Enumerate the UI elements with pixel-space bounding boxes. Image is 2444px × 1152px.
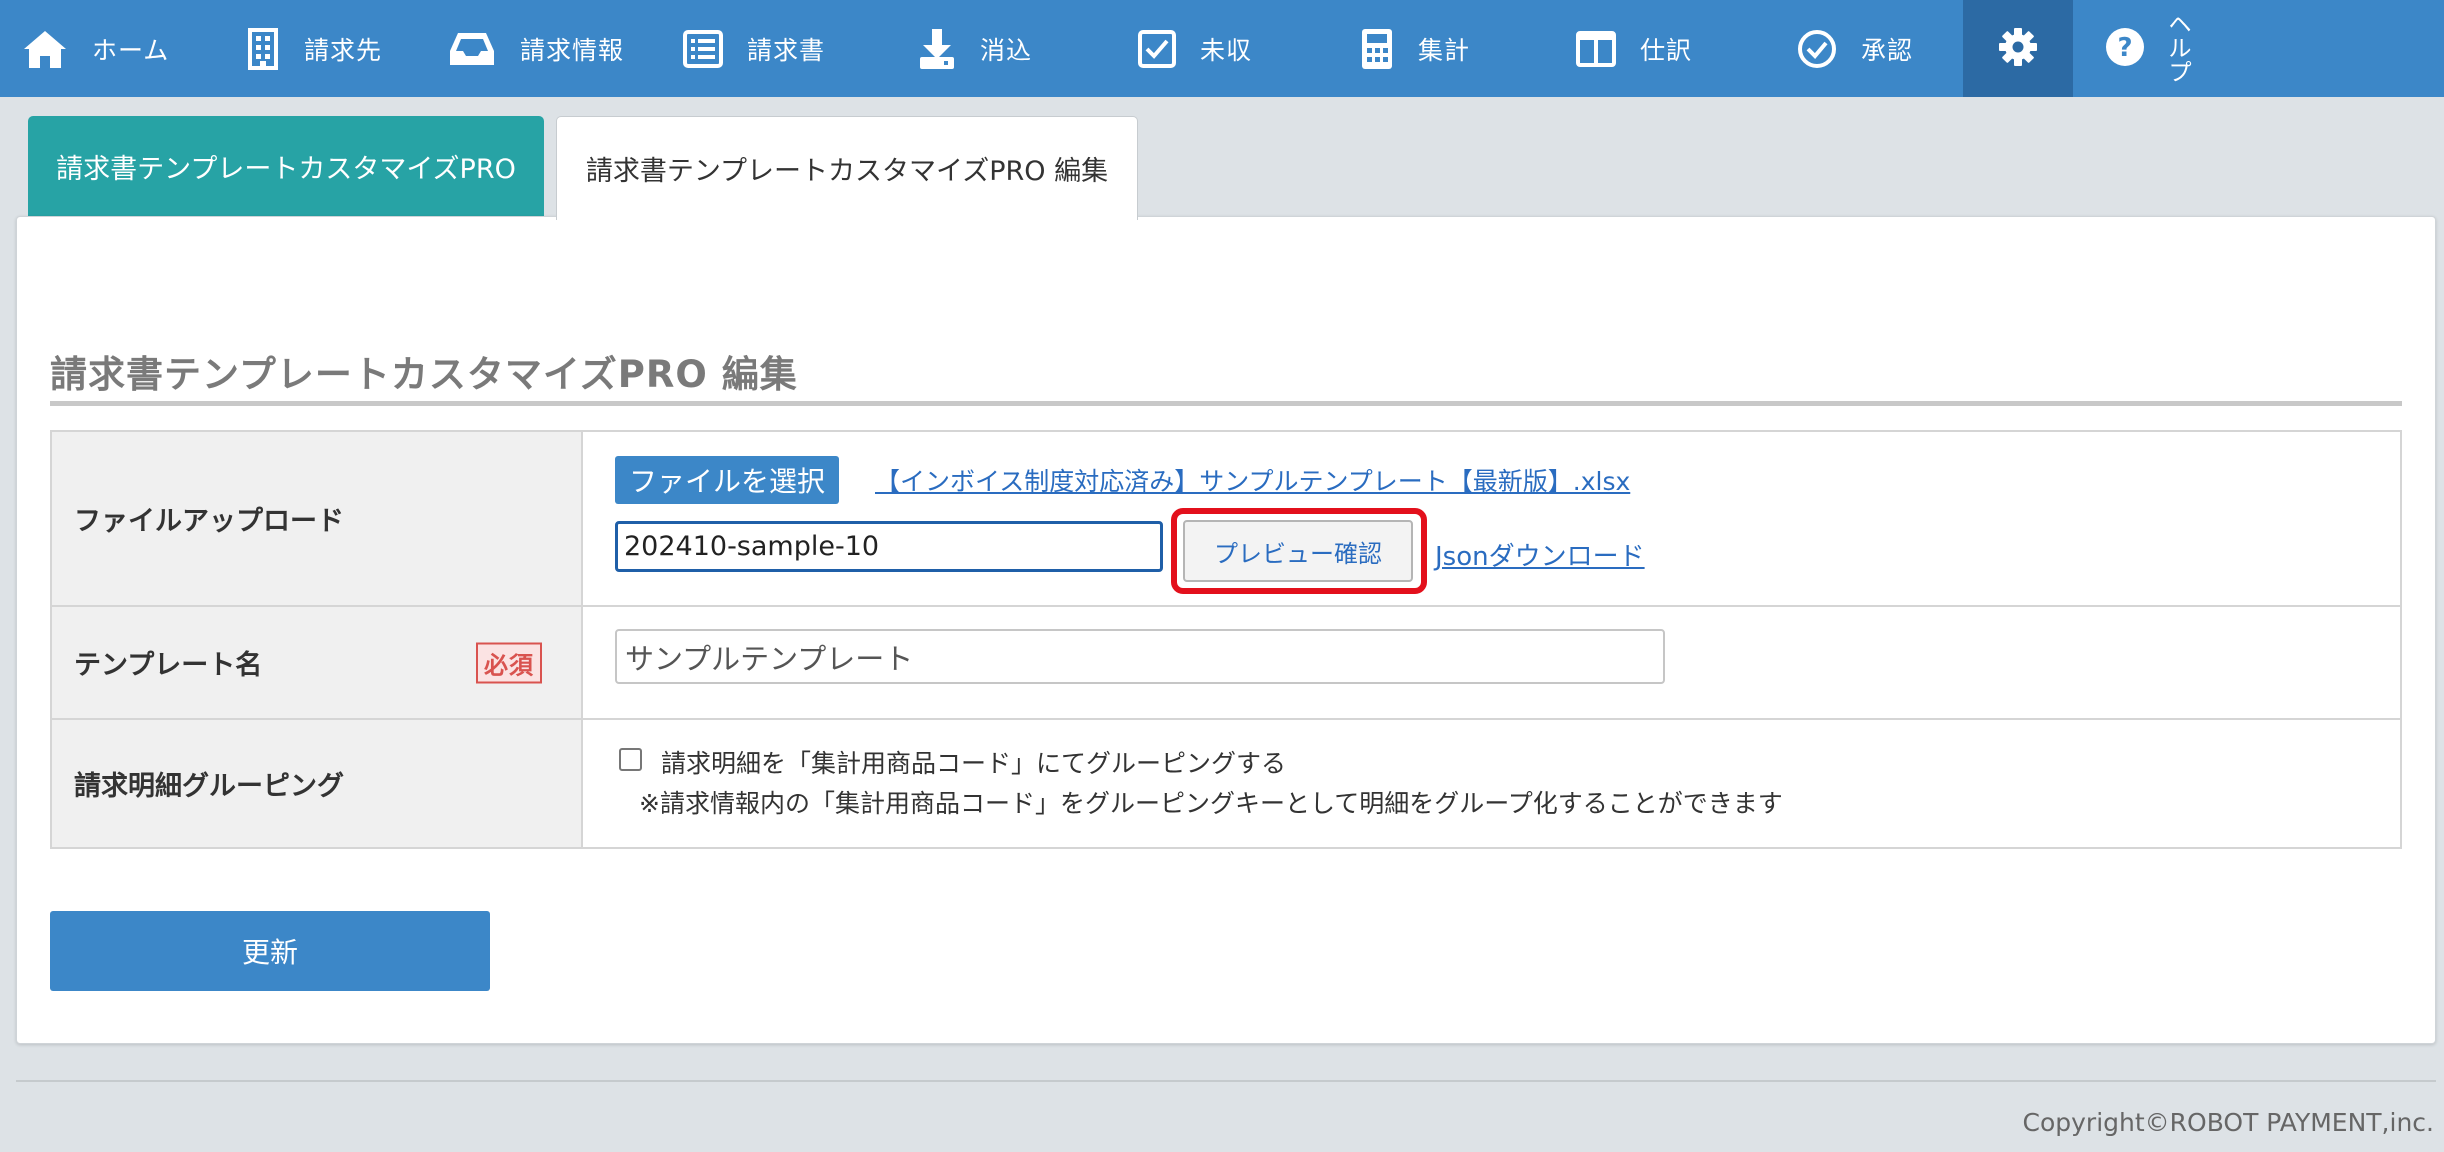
footer-divider (16, 1080, 2436, 1082)
nav-help-char: ヘ (2168, 11, 2192, 38)
nav-approval-label: 承認 (1861, 35, 1914, 65)
nav-billing-info-label: 請求情報 (520, 35, 625, 65)
grouping-cell: 請求明細を「集計用商品コード」にてグルーピングする ※請求情報内の「集計用商品コ… (581, 718, 2402, 849)
question-circle-icon: ? (2105, 27, 2145, 71)
sample-template-link[interactable]: 【インボイス制度対応済み】サンプルテンプレート【最新版】.xlsx (875, 462, 1630, 498)
form-row-grouping: 請求明細グルーピング 請求明細を「集計用商品コード」にてグルーピングする ※請求… (50, 718, 2402, 849)
checkbox-icon (1138, 29, 1176, 68)
svg-text:?: ? (2117, 33, 2132, 63)
copyright-text: Copyright©ROBOT PAYMENT,inc. (2022, 1108, 2435, 1137)
nav-invoice[interactable]: 請求書 (683, 0, 825, 97)
file-upload-label: ファイルアップロード (50, 430, 583, 607)
building-icon (246, 27, 280, 70)
home-icon (22, 28, 68, 70)
grouping-checkbox[interactable] (619, 748, 642, 771)
tab-template-customize-pro-edit-label: 請求書テンプレートカスタマイズPRO 編集 (585, 156, 1109, 187)
template-name-cell (581, 605, 2402, 720)
nav-help-char: ル (2168, 35, 2192, 62)
form-row-template-name: テンプレート名 必須 (50, 605, 2402, 720)
nav-approval[interactable]: 承認 (1797, 0, 1913, 97)
nav-reconcile[interactable]: 消込 (918, 0, 1032, 97)
download-arrow-icon (918, 27, 956, 71)
template-name-header: テンプレート名 必須 (50, 605, 583, 720)
page-title: 請求書テンプレートカスタマイズPRO 編集 (50, 353, 798, 396)
template-name-label: テンプレート名 (74, 650, 263, 681)
nav-reconcile-label: 消込 (980, 35, 1033, 65)
nav-billing-destination[interactable]: 請求先 (246, 0, 382, 97)
nav-home[interactable]: ホーム (22, 0, 169, 97)
nav-journal-label: 仕訳 (1640, 35, 1693, 65)
columns-book-icon (1576, 30, 1616, 67)
inbox-tray-icon (448, 31, 496, 67)
calculator-icon (1360, 27, 1394, 71)
nav-aggregate[interactable]: 集計 (1360, 0, 1470, 97)
nav-journal[interactable]: 仕訳 (1576, 0, 1692, 97)
nav-help-label: ヘ ル プ (2167, 13, 2193, 85)
tab-template-customize-pro[interactable]: 請求書テンプレートカスタマイズPRO (28, 116, 544, 216)
title-divider (50, 401, 2402, 406)
update-button[interactable]: 更新 (50, 911, 490, 991)
json-download-link[interactable]: Jsonダウンロード (1435, 536, 1645, 573)
nav-home-label: ホーム (92, 35, 170, 65)
file-upload-cell: ファイルを選択 【インボイス制度対応済み】サンプルテンプレート【最新版】.xls… (581, 430, 2402, 607)
nav-billing-info[interactable]: 請求情報 (448, 0, 624, 97)
template-name-input[interactable] (615, 629, 1665, 684)
filename-input[interactable] (615, 521, 1163, 572)
preview-button[interactable]: プレビュー確認 (1183, 520, 1413, 582)
grouping-note: ※請求情報内の「集計用商品コード」をグルーピングキーとして明細をグループ化するこ… (639, 789, 1783, 818)
nav-billing-destination-label: 請求先 (304, 35, 383, 65)
nav-receivable-label: 未収 (1200, 35, 1253, 65)
top-navigation: ホーム 請求先 請求情報 請求書 消込 未収 集計 仕訳 承認 ? ヘ ル プ (0, 0, 2444, 97)
form-row-file-upload: ファイルアップロード ファイルを選択 【インボイス制度対応済み】サンプルテンプレ… (50, 430, 2402, 607)
nav-aggregate-label: 集計 (1418, 35, 1471, 65)
edit-form-table: ファイルアップロード ファイルを選択 【インボイス制度対応済み】サンプルテンプレ… (50, 430, 2402, 849)
gear-icon (1998, 27, 2038, 71)
tab-template-customize-pro-label: 請求書テンプレートカスタマイズPRO (56, 153, 516, 185)
check-circle-icon (1797, 29, 1837, 69)
required-badge: 必須 (476, 642, 542, 683)
nav-invoice-label: 請求書 (747, 35, 826, 65)
grouping-checkbox-label[interactable]: 請求明細を「集計用商品コード」にてグルーピングする (661, 744, 1286, 780)
grouping-label: 請求明細グルーピング (50, 718, 583, 849)
nav-receivable[interactable]: 未収 (1138, 0, 1252, 97)
list-icon (683, 29, 723, 68)
nav-help[interactable]: ? ヘ ル プ (2105, 0, 2193, 97)
tab-template-customize-pro-edit[interactable]: 請求書テンプレートカスタマイズPRO 編集 (556, 116, 1138, 220)
choose-file-button[interactable]: ファイルを選択 (615, 456, 840, 504)
nav-help-char: プ (2168, 59, 2192, 86)
nav-settings[interactable] (1963, 0, 2073, 97)
